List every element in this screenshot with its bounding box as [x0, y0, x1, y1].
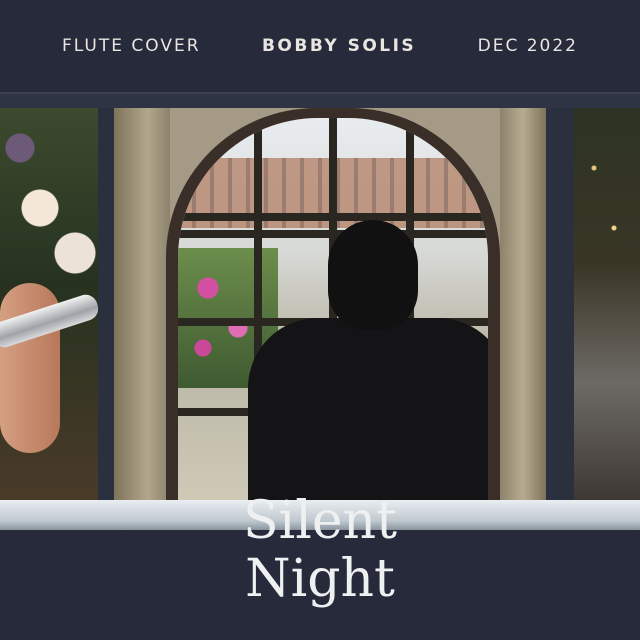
ornament-panel [574, 108, 640, 500]
divider-post-left [98, 108, 114, 500]
title-line-2: Night [245, 549, 395, 609]
window-transom [178, 230, 488, 238]
christmas-tree-panel [0, 108, 102, 500]
song-title: Silent Night [0, 492, 640, 608]
window-glass [178, 118, 488, 500]
release-date: DEC 2022 [477, 36, 578, 56]
photo-strip [0, 108, 640, 500]
header-bar: FLUTE COVER BOBBY SOLIS DEC 2022 [0, 0, 640, 92]
curtain-left [114, 108, 170, 500]
title-line-1: Silent [242, 491, 398, 551]
window-scene [114, 108, 546, 500]
genre-label: FLUTE COVER [62, 36, 201, 56]
person-silhouette-head [328, 220, 418, 330]
curtain-right [500, 108, 546, 500]
artist-name: BOBBY SOLIS [261, 36, 417, 56]
person-silhouette-body [248, 318, 488, 500]
album-cover: FLUTE COVER BOBBY SOLIS DEC 2022 Silent … [0, 0, 640, 640]
divider-post-right [546, 108, 574, 500]
window-transom [178, 213, 488, 221]
